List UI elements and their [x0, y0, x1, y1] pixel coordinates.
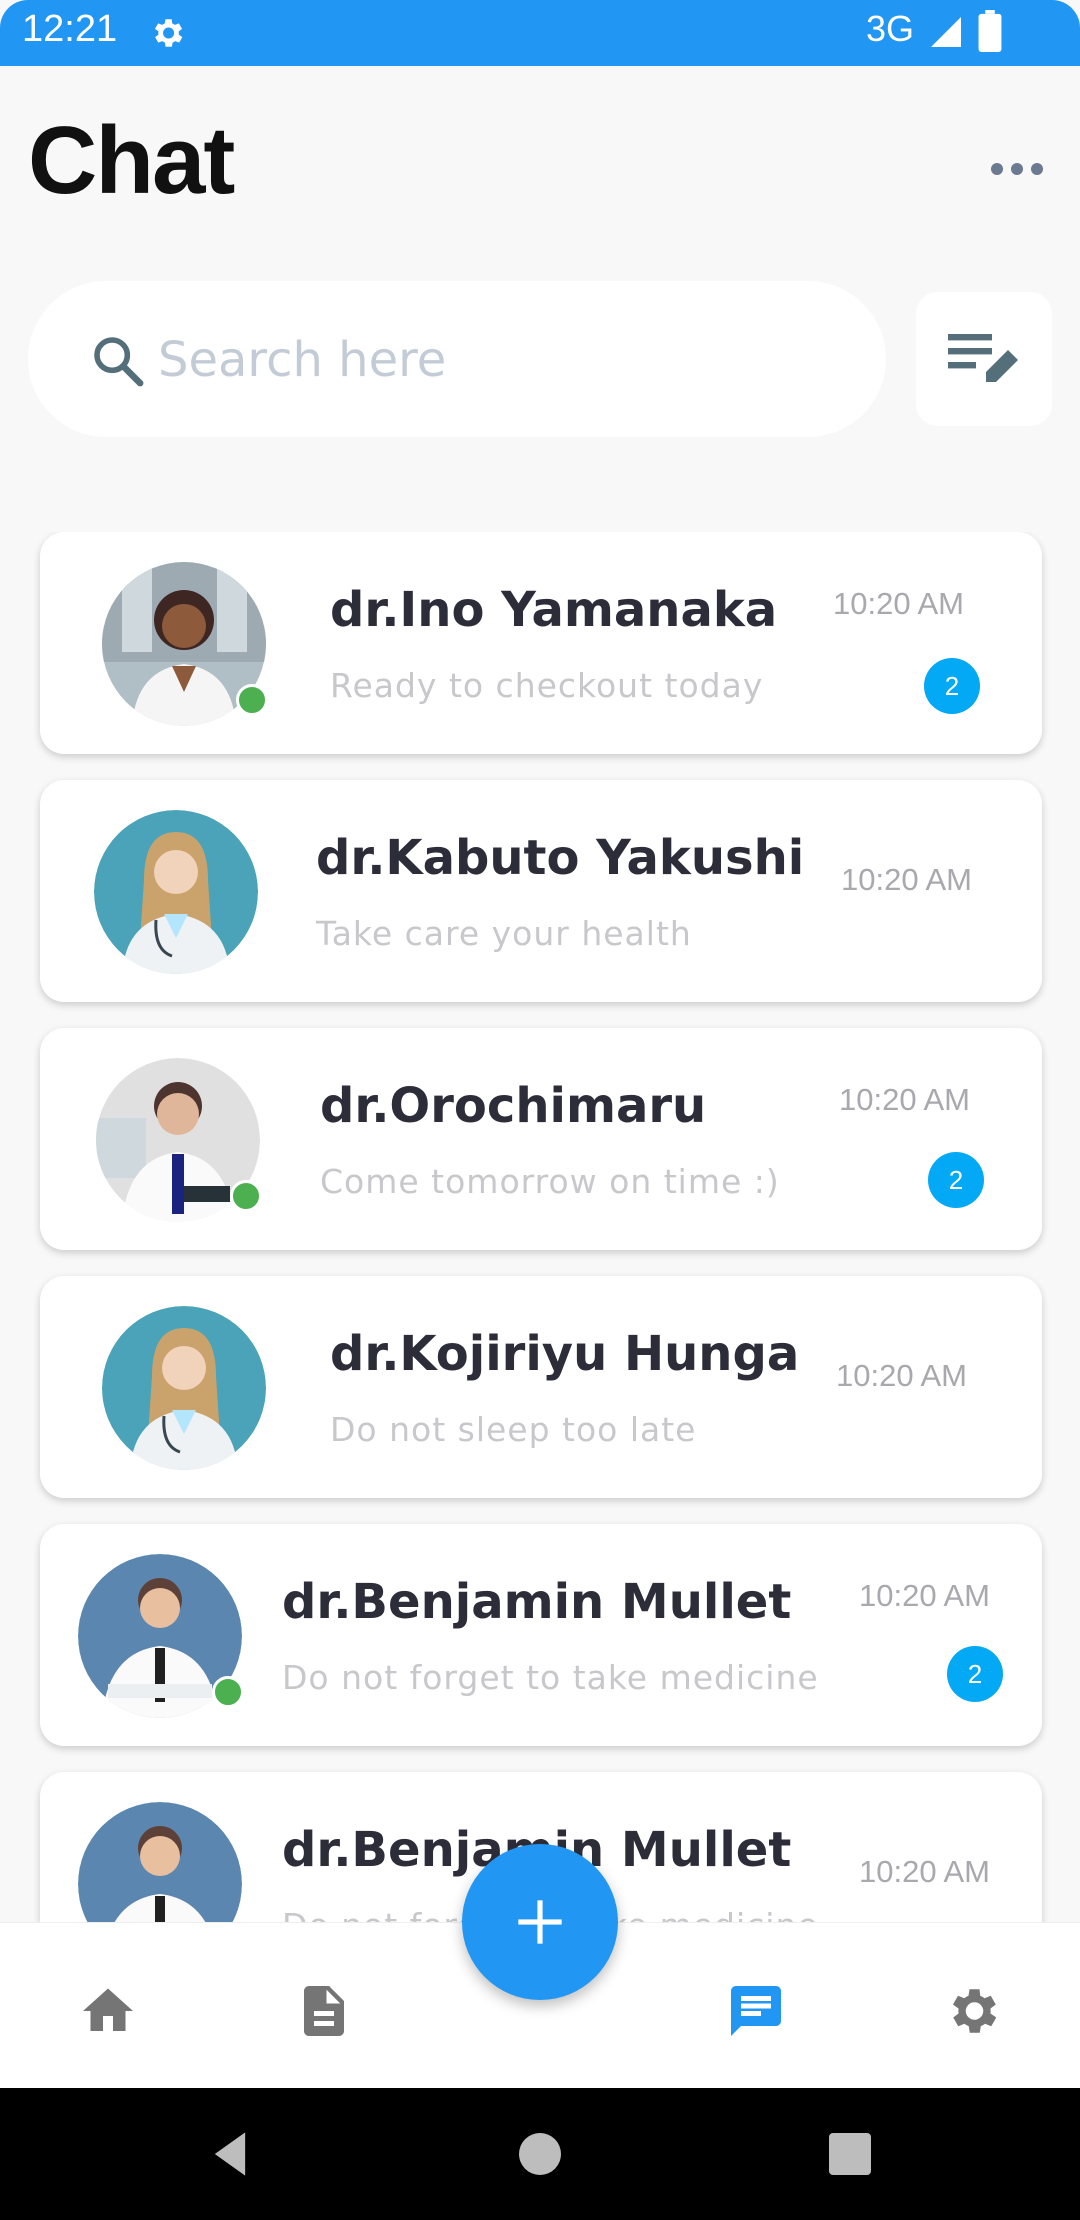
- chat-item[interactable]: dr.Benjamin Mullet Do not forget to take…: [40, 1524, 1042, 1746]
- network-type: 3G: [866, 8, 915, 49]
- home-button[interactable]: [519, 2133, 561, 2175]
- chat-preview: Do not sleep too late: [330, 1410, 697, 1449]
- chat-preview: Ready to checkout today: [330, 666, 764, 705]
- compose-icon: [948, 334, 1018, 382]
- chat-name: dr.Benjamin Mullet: [282, 1574, 792, 1630]
- chat-preview: Take care your health: [316, 914, 692, 953]
- compose-button[interactable]: [916, 292, 1052, 426]
- unread-badge: 2: [928, 1152, 984, 1208]
- chat-name: dr.Ino Yamanaka: [330, 582, 778, 638]
- unread-badge: 2: [947, 1646, 1003, 1702]
- status-bar: 12:21 3G: [0, 0, 1080, 66]
- avatar-container: [102, 562, 268, 726]
- chat-time: 10:20 AM: [859, 1578, 990, 1613]
- avatar-container: [94, 810, 258, 974]
- chat-icon[interactable]: [726, 1981, 786, 2041]
- back-icon[interactable]: [204, 2128, 256, 2180]
- chat-item[interactable]: dr.Ino Yamanaka Ready to checkout today …: [40, 532, 1042, 754]
- unread-badge: 2: [924, 658, 980, 714]
- system-nav-bar: [0, 2088, 1080, 2220]
- signal-icon: [931, 17, 961, 47]
- avatar-container: [96, 1058, 262, 1222]
- search-input[interactable]: [156, 321, 860, 399]
- document-icon[interactable]: [294, 1981, 354, 2041]
- gear-icon: [154, 19, 183, 47]
- avatar: [102, 1306, 266, 1470]
- home-icon[interactable]: [78, 1981, 138, 2041]
- more-options-icon[interactable]: [988, 146, 1046, 192]
- plus-icon: [518, 1900, 562, 1944]
- search-icon: [94, 337, 144, 387]
- page-title: Chat: [28, 107, 235, 214]
- avatar-container: [102, 1306, 266, 1470]
- chat-item[interactable]: dr.Kojiriyu Hunga Do not sleep too late …: [40, 1276, 1042, 1498]
- chat-time: 10:20 AM: [836, 1358, 967, 1393]
- chat-item[interactable]: dr.Kabuto Yakushi Take care your health …: [40, 780, 1042, 1002]
- online-indicator: [230, 1180, 262, 1212]
- chat-name: dr.Kabuto Yakushi: [316, 830, 805, 886]
- avatar-container: [78, 1802, 242, 1922]
- avatar: [94, 810, 258, 974]
- chat-time: 10:20 AM: [833, 586, 964, 621]
- chat-name: dr.Kojiriyu Hunga: [330, 1326, 800, 1382]
- online-indicator: [236, 684, 268, 716]
- new-chat-fab[interactable]: [462, 1844, 618, 2000]
- recents-button[interactable]: [829, 2133, 871, 2175]
- settings-icon[interactable]: [942, 1981, 1002, 2041]
- chat-preview: Do not forget to take medicine: [282, 1658, 819, 1697]
- status-time: 12:21: [22, 8, 118, 50]
- avatar-container: [78, 1554, 244, 1718]
- chat-preview: Come tomorrow on time :): [320, 1162, 780, 1201]
- chat-time: 10:20 AM: [839, 1082, 970, 1117]
- avatar: [78, 1802, 242, 1922]
- chat-time: 10:20 AM: [859, 1854, 990, 1889]
- chat-item[interactable]: dr.Orochimaru Come tomorrow on time :) 1…: [40, 1028, 1042, 1250]
- chat-time: 10:20 AM: [841, 862, 972, 897]
- battery-icon: [978, 10, 1002, 52]
- online-indicator: [212, 1676, 244, 1708]
- search-box: [28, 281, 886, 437]
- chat-list: dr.Ino Yamanaka Ready to checkout today …: [0, 532, 1080, 1922]
- chat-name: dr.Orochimaru: [320, 1078, 707, 1134]
